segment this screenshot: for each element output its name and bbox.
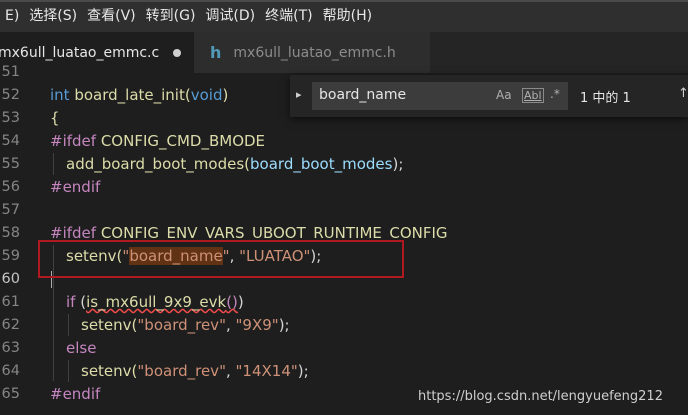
punctuation: );	[297, 362, 309, 380]
string-literal: "board_rev"	[137, 362, 226, 380]
preprocessor: #endif	[50, 178, 101, 196]
function-name: setenv	[81, 362, 132, 380]
find-input-value: board_name	[319, 87, 407, 103]
line-number: 58	[1, 225, 20, 241]
toggle-replace-chevron-icon[interactable]: ▸	[296, 88, 302, 101]
line-number: 61	[1, 294, 20, 310]
keyword: int	[50, 86, 70, 104]
line-number: 53	[1, 110, 20, 126]
previous-match-up-icon[interactable]: ↑	[678, 86, 688, 101]
find-input[interactable]: board_name Aa Abl .*	[312, 82, 568, 110]
whole-word-icon[interactable]: Abl	[522, 88, 544, 103]
code-line: if (is_mx6ull_9x9_evk())	[66, 291, 244, 314]
menu-debug[interactable]: 调试(D)	[200, 0, 260, 32]
line-number: 57	[1, 202, 20, 218]
function-name-error: is_mx6ull_9x9_evk	[86, 293, 227, 311]
string-literal: "board_rev"	[137, 316, 226, 334]
menu-selection[interactable]: 选择(S)	[24, 0, 82, 32]
line-number: 62	[1, 317, 20, 333]
watermark: https://blog.csdn.net/lengyuefeng212	[418, 389, 663, 404]
brace: {	[50, 109, 60, 127]
menu-edit[interactable]: E)	[0, 0, 24, 32]
unsaved-dot-icon[interactable]	[173, 48, 182, 57]
match-case-icon[interactable]: Aa	[496, 88, 512, 102]
paren: (	[75, 293, 87, 311]
menu-go[interactable]: 转到(G)	[141, 0, 201, 32]
line-number: 52	[1, 87, 20, 103]
paren: )	[222, 86, 229, 104]
code-line: setenv("board_rev", "14X14");	[81, 360, 309, 383]
code-line: {	[50, 107, 60, 130]
keyword: void	[190, 86, 223, 104]
regex-icon[interactable]: .*	[550, 87, 560, 101]
header-file-icon: h	[210, 43, 222, 62]
code-line: #endif	[50, 383, 100, 406]
tab-c-file[interactable]: mx6ull_luatao_emmc.c	[0, 32, 194, 73]
punctuation: );	[278, 316, 290, 334]
punctuation: );	[392, 155, 404, 173]
line-number: 55	[1, 156, 20, 172]
line-number: 56	[1, 179, 20, 195]
string-literal: "14X14"	[235, 362, 298, 380]
string-literal: "9X9"	[235, 316, 279, 334]
function-name: setenv	[81, 316, 132, 334]
menu-help[interactable]: 帮助(H)	[318, 0, 377, 32]
argument: board_boot_modes	[250, 155, 393, 173]
line-number: 63	[1, 340, 20, 356]
menu-view[interactable]: 查看(V)	[82, 0, 141, 32]
line-number-gutter: 51 52 53 54 55 56 57 58 59 60 61 62 63 6…	[0, 64, 30, 415]
find-widget: ▸ board_name Aa Abl .* 1 中的 1 ↑	[290, 75, 688, 117]
paren: )	[237, 293, 244, 311]
line-number: 65	[1, 386, 20, 402]
line-number: 54	[1, 133, 20, 149]
function-name: add_board_boot_modes	[66, 155, 245, 173]
line-number: 51	[1, 64, 20, 80]
code-line: int board_late_init(void)	[50, 84, 228, 107]
code-line: #endif	[50, 176, 100, 199]
preprocessor: #ifdef	[50, 132, 97, 150]
match-count: 1 中的 1	[580, 91, 631, 106]
punctuation: ,	[225, 316, 236, 334]
macro-name: CONFIG_CMD_BMODE	[96, 132, 266, 150]
tab-h-file-label: mx6ull_luatao_emmc.h	[233, 44, 396, 61]
tab-c-file-label: mx6ull_luatao_emmc.c	[0, 44, 160, 61]
line-number: 64	[1, 363, 20, 379]
menu-terminal[interactable]: 终端(T)	[260, 0, 317, 32]
call-parens: ()	[226, 293, 238, 311]
keyword: else	[66, 339, 97, 357]
tab-h-file[interactable]: h mx6ull_luatao_emmc.h	[194, 32, 430, 73]
code-line: add_board_boot_modes(board_boot_modes);	[66, 153, 403, 176]
code-line: #ifdef CONFIG_CMD_BMODE	[50, 130, 265, 153]
code-line: setenv("board_rev", "9X9");	[81, 314, 290, 337]
line-number-current: 60	[1, 271, 20, 287]
line-number: 59	[1, 248, 20, 264]
punctuation: ,	[225, 362, 236, 380]
indent-guide	[68, 314, 69, 336]
preprocessor: #endif	[50, 385, 101, 403]
function-name: board_late_init	[74, 86, 185, 104]
menu-bar: E) 选择(S) 查看(V) 转到(G) 调试(D) 终端(T) 帮助(H)	[0, 0, 688, 32]
tab-bar: mx6ull_luatao_emmc.c h mx6ull_luatao_emm…	[0, 32, 688, 73]
annotation-highlight-box	[38, 240, 404, 278]
indent-guide	[53, 153, 54, 175]
title-strip	[0, 0, 688, 2]
indent-guide	[68, 360, 69, 382]
code-line: else	[66, 337, 96, 360]
